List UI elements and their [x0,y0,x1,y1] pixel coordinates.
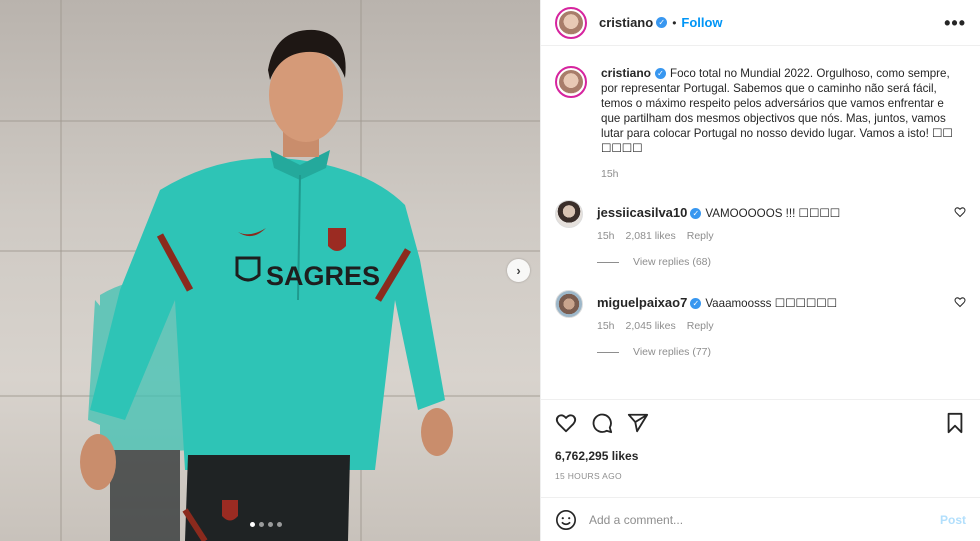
like-comment-heart-icon[interactable] [954,296,966,308]
caption-text: Foco total no Mundial 2022. Orgulhoso, c… [601,67,953,155]
carousel-dot [250,522,255,527]
carousel-dot [259,522,264,527]
comment-input[interactable] [589,512,940,527]
avatar[interactable] [555,200,583,228]
shorts [185,455,350,541]
likes-count[interactable]: 6,762,295 likes [555,449,966,463]
separator-dot: • [672,15,677,30]
more-options-icon[interactable]: ••• [944,14,966,32]
like-heart-icon[interactable] [555,412,577,434]
add-comment-bar: Post [541,497,980,541]
crest-icon [328,228,346,251]
avatar[interactable] [555,290,583,318]
reply-button[interactable]: Reply [687,230,714,242]
emoji-icon[interactable] [555,509,577,531]
comment-text: VAMOOOOOS !!! ☐☐☐☐ [705,207,841,220]
crest-icon [222,500,238,521]
comments-list[interactable]: cristiano ✓ Foco total no Mundial 2022. Or… [541,46,980,398]
post-header: cristiano ✓ • Follow ••• [541,0,980,46]
post-actions: 6,762,295 likes 15 HOURS AGO [541,399,980,481]
save-bookmark-icon[interactable] [944,412,966,434]
view-replies-label: View replies (77) [633,346,712,358]
caption-username[interactable]: cristiano [601,66,651,80]
carousel-dot [268,522,273,527]
comment-username[interactable]: miguelpaixao7 [597,295,687,310]
caption-time[interactable]: 15h [601,167,966,182]
view-replies-label: View replies (68) [633,256,712,268]
comment-bubble-icon[interactable] [591,412,613,434]
comment-item: jessiicasilva10 ✓ VAMOOOOOS !!! ☐☐☐☐ 15h 2… [555,200,966,242]
header-username[interactable]: cristiano [599,15,653,30]
carousel-next-button[interactable]: › [507,259,530,282]
instagram-post: SAGRES › cristiano ✓ • Follow ••• cristi… [0,0,980,541]
replies-line [597,351,619,353]
replies-line [597,261,619,263]
comment-likes[interactable]: 2,045 likes [626,320,676,332]
post-comment-button[interactable]: Post [940,513,966,527]
share-paper-plane-icon[interactable] [627,412,649,434]
reply-button[interactable]: Reply [687,320,714,332]
post-media[interactable]: SAGRES › [0,0,540,541]
shirt-sponsor-text: SAGRES [266,261,380,291]
carousel-indicator [250,522,282,527]
comment-item: miguelpaixao7 ✓ Vaaamoosss ☐☐☐☐☐☐ 15h 2,04… [555,290,966,332]
follow-button[interactable]: Follow [681,15,722,30]
comment-likes[interactable]: 2,081 likes [626,230,676,242]
verified-badge-icon: ✓ [655,68,667,80]
comment-username[interactable]: jessiicasilva10 [597,205,687,220]
verified-badge-icon: ✓ [656,17,668,28]
posted-time[interactable]: 15 HOURS AGO [555,471,966,481]
player-photo: SAGRES [80,29,453,541]
carousel-dot [277,522,282,527]
view-replies-button[interactable]: View replies (77) [597,346,966,358]
like-comment-heart-icon[interactable] [954,206,966,218]
avatar[interactable] [555,6,587,39]
caption: cristiano ✓ Foco total no Mundial 2022. Or… [555,66,966,182]
verified-badge-icon: ✓ [690,208,702,220]
verified-badge-icon: ✓ [690,298,702,310]
post-sidebar: cristiano ✓ • Follow ••• cristiano ✓ Foco … [540,0,980,541]
view-replies-button[interactable]: View replies (68) [597,256,966,268]
comment-text: Vaaamoosss ☐☐☐☐☐☐ [705,297,838,310]
avatar[interactable] [555,66,587,98]
comment-time[interactable]: 15h [597,230,615,242]
comment-time[interactable]: 15h [597,320,615,332]
